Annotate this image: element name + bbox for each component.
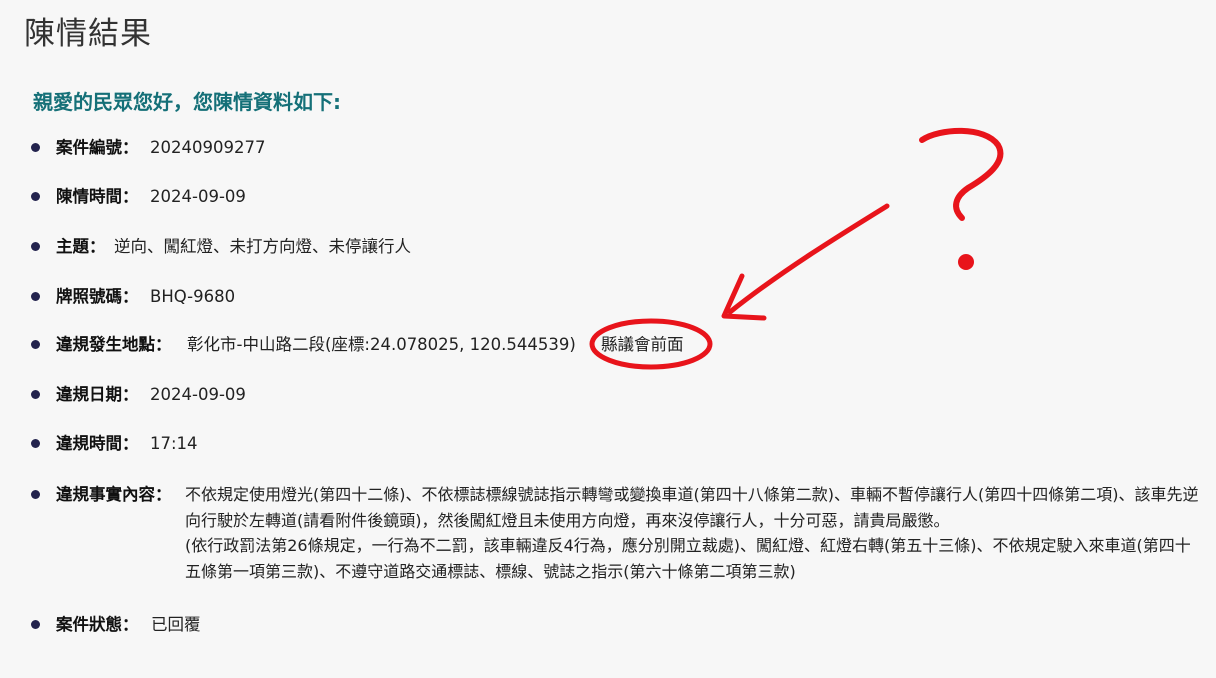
location-label: 違規發生地點： <box>56 335 172 354</box>
violation-time-label: 違規時間： <box>56 434 139 453</box>
violation-facts-paragraph-1: 不依規定使用燈光(第四十二條)、不依標誌標線號誌指示轉彎或變換車道(第四十八條第… <box>185 485 1199 530</box>
violation-facts-value: 不依規定使用燈光(第四十二條)、不依標誌標線號誌指示轉彎或變換車道(第四十八條第… <box>185 482 1205 584</box>
plate-value: BHQ-9680 <box>150 287 236 306</box>
petition-time-label: 陳情時間： <box>56 187 139 206</box>
bullet-icon <box>31 143 40 152</box>
bullet-icon <box>31 292 40 301</box>
location-value: 彰化市-中山路二段(座標:24.078025, 120.544539) <box>187 335 576 354</box>
bullet-icon <box>31 439 40 448</box>
bullet-icon <box>31 340 40 349</box>
violation-date-label: 違規日期： <box>56 385 139 404</box>
page-title: 陳情結果 <box>24 16 152 52</box>
red-arrow-shaft <box>727 203 890 315</box>
bullet-icon <box>31 242 40 251</box>
subject-label: 主題： <box>56 237 106 256</box>
red-arrow-head <box>721 273 767 321</box>
location-note: 縣議會前面 <box>601 335 684 354</box>
bullet-icon <box>31 192 40 201</box>
violation-facts-label: 違規事實內容： <box>56 485 172 504</box>
case-status-label: 案件狀態： <box>56 615 139 634</box>
case-status-value: 已回覆 <box>151 615 201 634</box>
question-mark-dot <box>958 254 974 270</box>
bullet-icon <box>31 490 40 499</box>
violation-facts-paragraph-2: (依行政罰法第26條規定，一行為不二罰，該車輛違反4行為，應分別開立裁處)、闖紅… <box>185 536 1191 581</box>
subject-value: 逆向、闖紅燈、未打方向燈、未停讓行人 <box>114 237 411 256</box>
violation-time-value: 17:14 <box>150 434 198 453</box>
greeting-heading: 親愛的民眾您好，您陳情資料如下: <box>33 90 341 114</box>
bullet-icon <box>31 390 40 399</box>
plate-label: 牌照號碼： <box>56 287 139 306</box>
case-number-label: 案件編號： <box>56 138 139 157</box>
bullet-icon <box>31 620 40 629</box>
case-number-value: 20240909277 <box>150 138 266 157</box>
question-mark-icon: ? <box>919 127 1004 221</box>
violation-date-value: 2024-09-09 <box>150 385 246 404</box>
petition-time-value: 2024-09-09 <box>150 187 246 206</box>
